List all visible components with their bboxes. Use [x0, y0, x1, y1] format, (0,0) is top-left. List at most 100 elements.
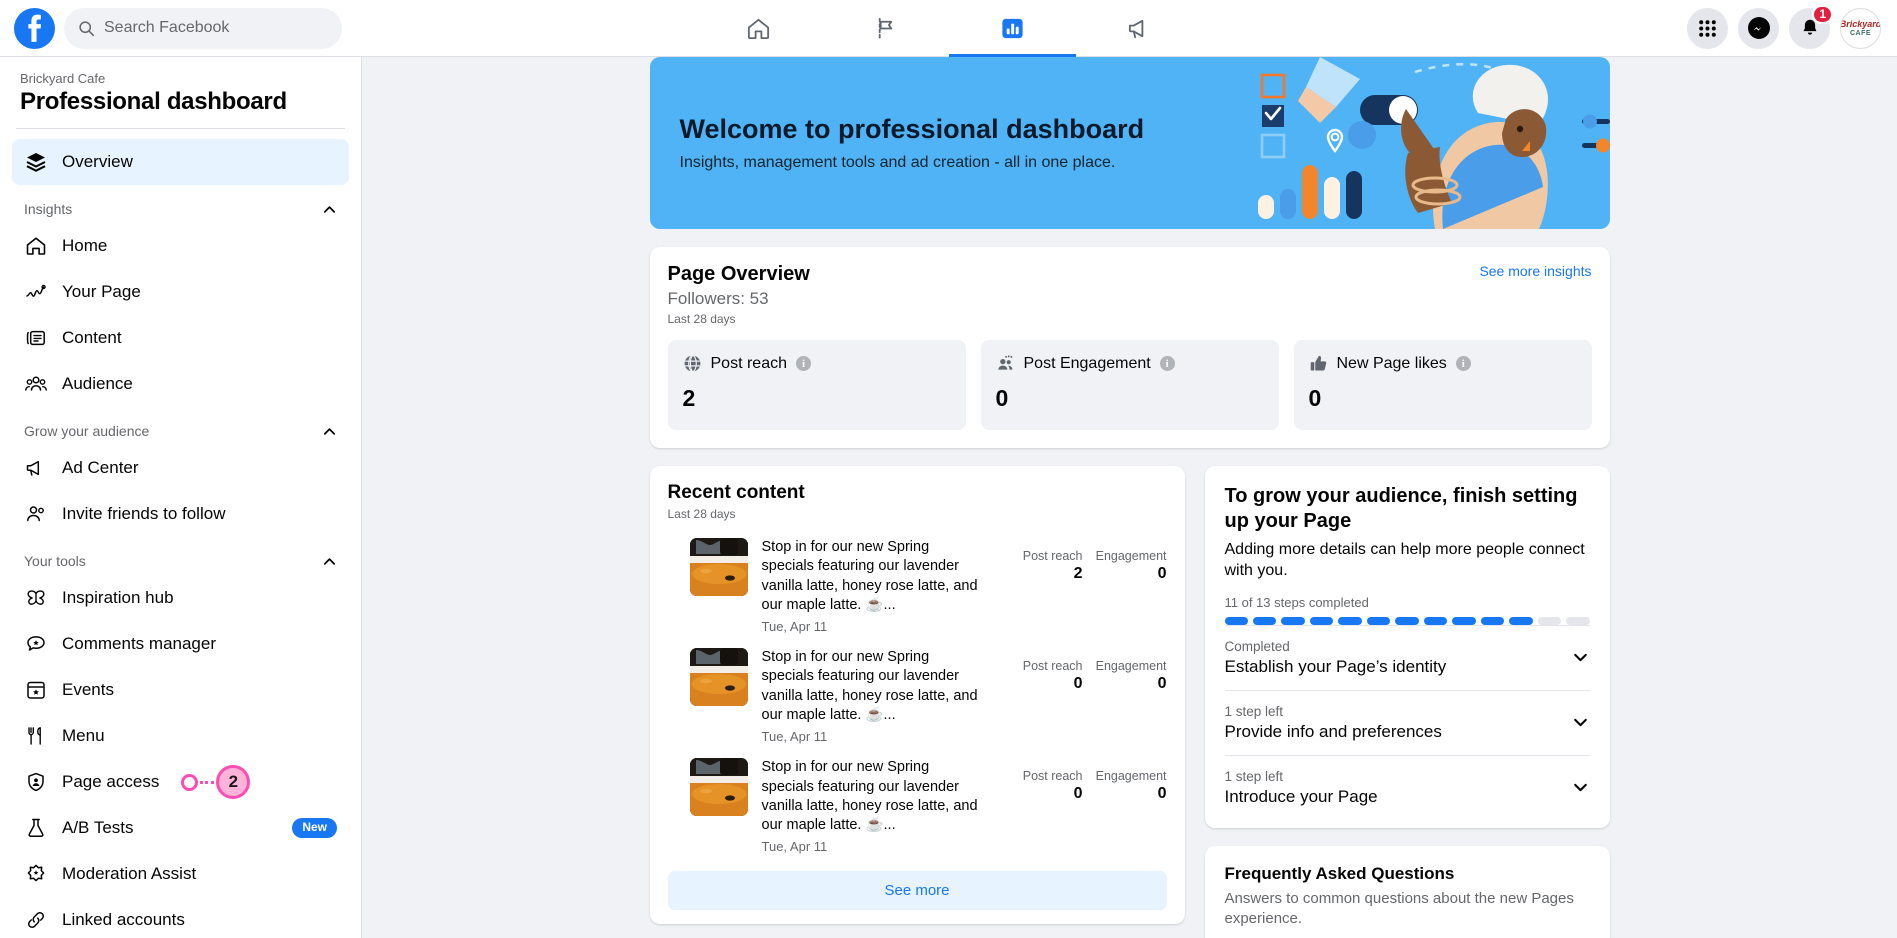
nav-tab-professional-dashboard[interactable] — [948, 0, 1076, 57]
sidebar-item-label: Content — [62, 328, 122, 347]
faq-card[interactable]: Frequently Asked Questions Answers to co… — [1204, 845, 1610, 938]
nav-tab-ads[interactable] — [1076, 0, 1203, 57]
stat-value: 0 — [1157, 675, 1167, 693]
search-placeholder-text: Search Facebook — [104, 19, 230, 36]
messenger-icon — [1747, 17, 1770, 39]
sidebar: Brickyard Cafe Professional dashboard Ov… — [0, 57, 362, 938]
recent-content-period: Last 28 days — [667, 507, 736, 521]
sidebar-item-overview[interactable]: Overview — [12, 139, 349, 185]
flag-icon — [878, 17, 892, 39]
page-overview-title: Page Overview — [667, 263, 810, 285]
post-engagement-stat: Engagement 0 — [1083, 659, 1167, 693]
metric-new-page-likes[interactable]: New Page likes i 0 — [1293, 340, 1592, 430]
nav-tab-pages[interactable] — [822, 0, 949, 57]
sidebar-item-inspiration-hub[interactable]: Inspiration hub — [12, 575, 349, 621]
metric-label: New Page likes — [1336, 354, 1447, 372]
page-access-annotation — [320, 728, 337, 745]
top-navigation-bar: Search Facebook 1 Brickyard CAFE — [0, 0, 1897, 57]
post-reach-stat: Post reach 0 — [999, 659, 1083, 693]
page-shell: Brickyard Cafe Professional dashboard Ov… — [0, 57, 1897, 938]
chevron-down-icon[interactable] — [1571, 713, 1590, 732]
search-input[interactable]: Search Facebook — [64, 7, 342, 49]
sidebar-item-label: A/B Tests — [62, 818, 134, 837]
faq-title: Frequently Asked Questions — [1224, 863, 1455, 883]
page-overview-titles: Page Overview Followers: 53 Last 28 days — [668, 263, 810, 326]
see-more-insights-link[interactable]: See more insights — [1479, 263, 1591, 279]
setup-step-provide-info[interactable]: 1 step left Provide info and preferences — [1224, 689, 1590, 755]
shield-person-icon — [28, 772, 44, 792]
list-item[interactable]: Stop in for our new Spring specials feat… — [668, 751, 1167, 861]
setup-step-introduce-page[interactable]: 1 step left Introduce your Page — [1224, 754, 1590, 820]
sidebar-section-your-tools[interactable]: Your tools — [12, 537, 349, 575]
messenger-button[interactable] — [1738, 7, 1779, 49]
topbar-nav-tabs — [370, 0, 1527, 57]
main-content: Welcome to professional dashboard Insigh… — [362, 57, 1897, 938]
moderation-icon — [27, 864, 45, 882]
metric-post-engagement[interactable]: Post Engagement i 0 — [980, 340, 1279, 430]
sidebar-item-label: Events — [62, 680, 114, 699]
flask-icon — [28, 818, 44, 838]
progress-segment — [1395, 616, 1419, 625]
setup-step-status: 1 step left — [1224, 703, 1284, 719]
info-icon[interactable]: i — [795, 356, 811, 371]
stat-label: Engagement — [1095, 549, 1167, 563]
metric-header: Post Engagement i — [996, 354, 1264, 373]
sidebar-page-name: Brickyard Cafe — [20, 71, 106, 86]
post-body: Stop in for our new Spring specials feat… — [762, 648, 985, 744]
fork-knife-icon — [28, 727, 41, 745]
sidebar-item-label: Moderation Assist — [62, 864, 197, 883]
metric-value: 0 — [995, 385, 1009, 411]
sidebar-item-home[interactable]: Home — [12, 223, 349, 269]
grid-menu-button[interactable] — [1687, 7, 1728, 49]
post-stats: Post reach 0 Engagement 0 — [999, 648, 1167, 693]
setup-step-establish-identity[interactable]: Completed Establish your Page’s identity — [1224, 624, 1590, 690]
people-group-icon — [997, 355, 1012, 370]
list-item[interactable]: Stop in for our new Spring specials feat… — [668, 641, 1167, 751]
list-item[interactable]: Stop in for our new Spring specials feat… — [668, 531, 1167, 641]
progress-segment — [1480, 616, 1505, 625]
sidebar-item-comments-manager[interactable]: Comments manager — [12, 621, 349, 667]
progress-segment — [1452, 616, 1476, 625]
setup-progress-bar — [1224, 616, 1590, 625]
sidebar-item-menu[interactable]: Menu — [12, 713, 349, 759]
sidebar-item-label: Home — [62, 236, 108, 255]
sidebar-item-ad-center[interactable]: Ad Center — [12, 445, 349, 491]
page-title: Professional dashboard — [20, 88, 287, 115]
sidebar-item-content[interactable]: Content — [12, 315, 349, 361]
page-overview-period: Last 28 days — [667, 312, 736, 326]
people-icon — [27, 506, 44, 522]
bar-chart-icon — [1001, 18, 1023, 38]
avatar[interactable]: Brickyard CAFE — [1840, 7, 1881, 49]
search-icon — [79, 20, 95, 36]
annotation-marker-2: 2 — [181, 765, 251, 799]
stat-label: Post reach — [1022, 659, 1083, 674]
sidebar-item-page-access[interactable]: Page access 2 — [12, 759, 349, 805]
info-icon[interactable]: i — [1159, 356, 1175, 371]
sidebar-item-your-page[interactable]: Your Page — [12, 269, 349, 315]
chevron-down-icon[interactable] — [1571, 648, 1590, 667]
sidebar-section-insights[interactable]: Insights — [12, 185, 349, 223]
post-engagement-stat: Engagement 0 — [1083, 769, 1167, 803]
see-more-button[interactable]: See more — [667, 871, 1167, 911]
annotation-step-number: 2 — [216, 765, 251, 799]
butterfly-icon — [27, 590, 45, 605]
chevron-down-icon[interactable] — [1571, 778, 1590, 797]
nav-tab-home[interactable] — [695, 0, 822, 57]
people-group-icon — [25, 376, 47, 391]
info-icon[interactable]: i — [1455, 356, 1471, 371]
sidebar-item-audience[interactable]: Audience — [12, 361, 349, 407]
metric-post-reach[interactable]: Post reach i 2 — [667, 340, 966, 430]
sidebar-item-events[interactable]: Events — [12, 667, 349, 713]
post-engagement-stat: Engagement 0 — [1083, 549, 1167, 583]
post-thumbnail — [689, 538, 748, 596]
sidebar-section-grow-your-audience[interactable]: Grow your audience — [12, 407, 349, 445]
recent-content-title: Recent content — [667, 482, 805, 503]
facebook-logo-icon[interactable] — [14, 7, 55, 49]
followers-count: Followers: 53 — [667, 289, 769, 308]
sidebar-item-moderation-assist[interactable]: Moderation Assist — [12, 851, 349, 897]
notifications-button[interactable]: 1 — [1789, 4, 1833, 49]
sidebar-item-invite-friends-to-follow[interactable]: Invite friends to follow — [12, 491, 349, 537]
post-text: Stop in for our new Spring specials feat… — [761, 759, 978, 834]
sidebar-item-linked-accounts[interactable]: Linked accounts — [12, 897, 349, 938]
sidebar-item-ab-tests[interactable]: A/B Tests New — [12, 805, 349, 851]
